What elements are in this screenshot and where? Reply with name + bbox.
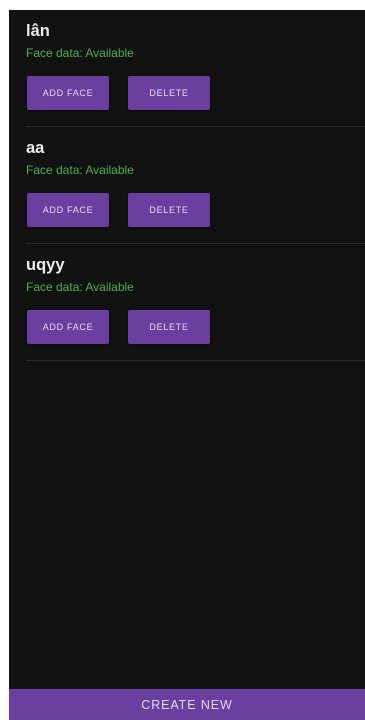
list-item: lân Face data: Available ADD FACE DELETE [9, 10, 365, 127]
app-screen: lân Face data: Available ADD FACE DELETE… [9, 10, 365, 720]
list-item: uqyy Face data: Available ADD FACE DELET… [9, 244, 365, 361]
person-name: uqyy [26, 256, 65, 274]
list-item: aa Face data: Available ADD FACE DELETE [9, 127, 365, 244]
add-face-button[interactable]: ADD FACE [27, 193, 109, 227]
delete-button[interactable]: DELETE [128, 76, 210, 110]
add-face-button[interactable]: ADD FACE [27, 76, 109, 110]
face-data-status: Face data: Available [26, 163, 134, 177]
delete-button[interactable]: DELETE [128, 310, 210, 344]
face-data-status: Face data: Available [26, 280, 134, 294]
create-new-button[interactable]: CREATE NEW [9, 689, 365, 720]
divider [26, 360, 365, 361]
face-list: lân Face data: Available ADD FACE DELETE… [9, 10, 365, 361]
face-data-status: Face data: Available [26, 46, 134, 60]
person-name: aa [26, 139, 45, 157]
person-name: lân [26, 22, 50, 40]
add-face-button[interactable]: ADD FACE [27, 310, 109, 344]
delete-button[interactable]: DELETE [128, 193, 210, 227]
